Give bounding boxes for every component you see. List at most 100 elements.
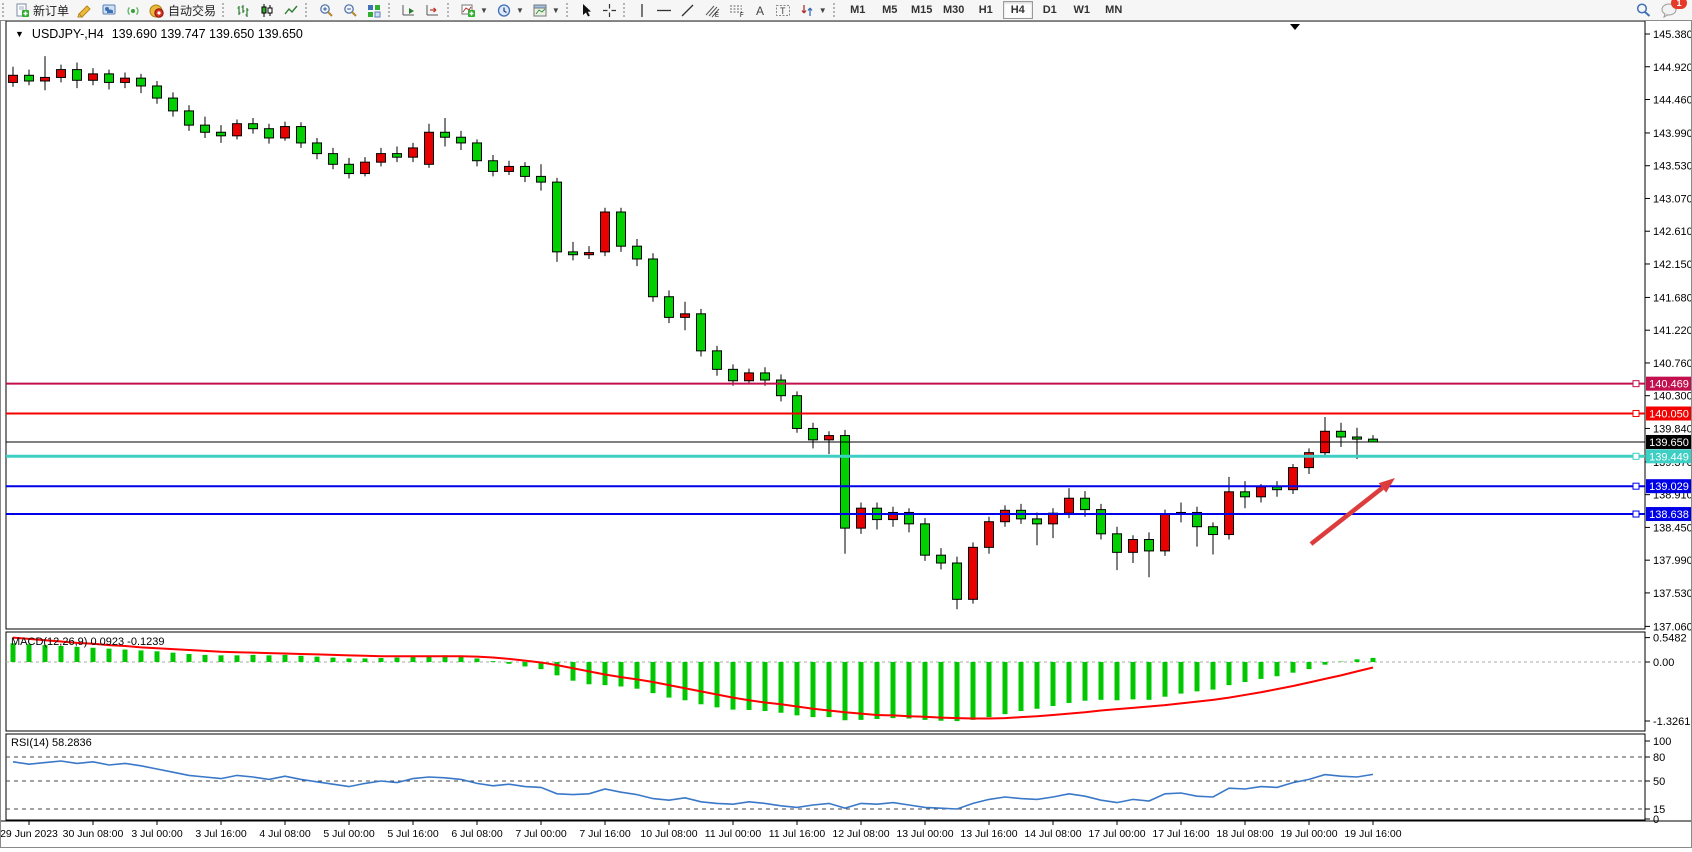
caret-down-icon: ▼	[819, 6, 827, 15]
new-order-button[interactable]: 新订单	[11, 0, 73, 20]
chart-bars-button[interactable]	[231, 0, 255, 20]
svg-text:12 Jul 08:00: 12 Jul 08:00	[832, 828, 889, 840]
text-label-button[interactable]: T	[771, 0, 796, 20]
candle-body	[169, 98, 178, 111]
signal-button[interactable]	[121, 0, 145, 20]
zoom-out-button[interactable]	[338, 0, 362, 20]
chart-shift-button[interactable]	[421, 0, 445, 20]
indicators-button[interactable]: ▼	[456, 0, 492, 20]
candle-body	[1001, 510, 1010, 521]
notifications-button[interactable]: 1	[1656, 0, 1682, 20]
candle-body	[569, 252, 578, 255]
fibonacci-button[interactable]: F	[725, 0, 750, 20]
timeframe-M15[interactable]: M15	[907, 1, 937, 19]
svg-text:144.460: 144.460	[1653, 95, 1691, 107]
autotrade-button[interactable]: 自动交易	[145, 0, 220, 20]
candle-body	[409, 148, 418, 157]
candle-body	[601, 212, 610, 252]
candle-body	[937, 555, 946, 563]
candle-body	[521, 166, 530, 176]
hline-button[interactable]	[652, 0, 676, 20]
chart-bars-icon	[235, 3, 251, 18]
auto-scroll-button[interactable]	[397, 0, 421, 20]
candle-body	[393, 154, 402, 158]
macd-panel	[6, 632, 1645, 731]
svg-text:F: F	[740, 13, 744, 18]
svg-text:13 Jul 00:00: 13 Jul 00:00	[896, 828, 953, 840]
timeframe-group: M1M5M15M30H1H4D1W1MN	[842, 1, 1130, 19]
timeframe-D1[interactable]: D1	[1035, 1, 1065, 19]
timeframe-M5[interactable]: M5	[875, 1, 905, 19]
tile-windows-button[interactable]	[362, 0, 386, 20]
svg-text:18 Jul 08:00: 18 Jul 08:00	[1216, 828, 1273, 840]
chart-title: ▼ USDJPY-,H4 139.690 139.747 139.650 139…	[15, 27, 303, 41]
svg-text:14 Jul 08:00: 14 Jul 08:00	[1024, 828, 1081, 840]
price-panel	[6, 21, 1645, 629]
auto-scroll-icon	[401, 3, 417, 18]
chart-candles-button[interactable]	[255, 0, 279, 20]
chart-line-button[interactable]	[279, 0, 303, 20]
trendline-button[interactable]	[676, 0, 700, 20]
periods-clock-button[interactable]: ▼	[492, 0, 528, 20]
candle-body	[1113, 534, 1122, 553]
svg-text:11 Jul 16:00: 11 Jul 16:00	[769, 828, 826, 840]
candle-body	[1273, 487, 1282, 490]
cursor-button[interactable]	[575, 0, 598, 20]
svg-text:4 Jul 08:00: 4 Jul 08:00	[259, 828, 311, 840]
svg-text:140.760: 140.760	[1653, 358, 1691, 370]
autotrade-label: 自动交易	[168, 2, 216, 19]
candle-body	[969, 547, 978, 599]
timeframe-H1[interactable]: H1	[971, 1, 1001, 19]
candle-body	[441, 132, 450, 137]
price-axis: 145.380144.920144.460143.990143.530143.0…	[1645, 29, 1691, 633]
vline-icon	[636, 3, 648, 18]
text-label-icon: T	[775, 3, 792, 18]
timeframe-W1[interactable]: W1	[1067, 1, 1097, 19]
channel-button[interactable]: E	[700, 0, 725, 20]
svg-text:139.449: 139.449	[1649, 451, 1689, 463]
candle-body	[121, 78, 130, 82]
chart-window[interactable]: ▼ USDJPY-,H4 139.690 139.747 139.650 139…	[0, 20, 1692, 848]
svg-text:145.380: 145.380	[1653, 29, 1691, 41]
caret-down-icon: ▼	[516, 6, 524, 15]
svg-text:140.300: 140.300	[1653, 391, 1691, 403]
candle-body	[633, 246, 642, 259]
timeframe-H4[interactable]: H4	[1003, 1, 1033, 19]
candle-body	[281, 127, 290, 138]
cursor-icon	[579, 3, 594, 18]
main-toolbar: 新订单 自动交易	[0, 0, 1692, 21]
candle-body	[41, 77, 50, 81]
market-window-button[interactable]	[97, 0, 121, 20]
search-button[interactable]	[1631, 0, 1656, 20]
chart-canvas[interactable]: 145.380144.920144.460143.990143.530143.0…	[1, 21, 1691, 847]
timeframe-M1[interactable]: M1	[843, 1, 873, 19]
symbol-dropdown-icon[interactable]: ▼	[15, 29, 24, 39]
autotrade-icon	[149, 3, 165, 18]
zoom-in-button[interactable]	[314, 0, 338, 20]
time-axis: 29 Jun 202330 Jun 08:003 Jul 00:003 Jul …	[1, 821, 1691, 840]
svg-text:11 Jul 00:00: 11 Jul 00:00	[705, 828, 762, 840]
candle-body	[553, 182, 562, 252]
candle-body	[265, 129, 274, 138]
candle-body	[185, 111, 194, 125]
candle-body	[537, 176, 546, 182]
svg-text:140.469: 140.469	[1649, 379, 1689, 391]
crayon-icon	[77, 3, 93, 18]
svg-text:17 Jul 00:00: 17 Jul 00:00	[1088, 828, 1145, 840]
arrows-button[interactable]: ▼	[796, 0, 831, 20]
candle-body	[1145, 540, 1154, 551]
candle-body	[953, 563, 962, 599]
timeframe-M30[interactable]: M30	[939, 1, 969, 19]
candle-body	[777, 380, 786, 396]
svg-text:143.070: 143.070	[1653, 193, 1691, 205]
timeframe-MN[interactable]: MN	[1099, 1, 1129, 19]
candle-body	[489, 161, 498, 172]
text-button[interactable]: A	[750, 0, 771, 20]
vline-button[interactable]	[632, 0, 652, 20]
crosshair-button[interactable]	[598, 0, 621, 20]
templates-button[interactable]: ▼	[528, 0, 564, 20]
candle-body	[729, 369, 738, 380]
svg-text:5 Jul 00:00: 5 Jul 00:00	[323, 828, 375, 840]
tile-windows-icon	[366, 3, 382, 18]
crayon-button[interactable]	[73, 0, 97, 20]
